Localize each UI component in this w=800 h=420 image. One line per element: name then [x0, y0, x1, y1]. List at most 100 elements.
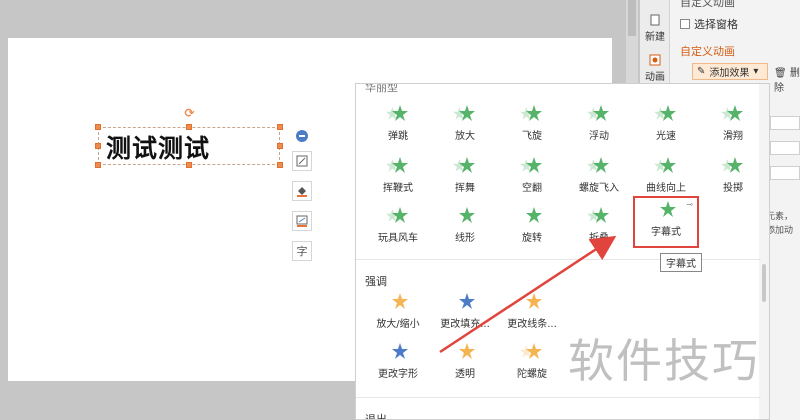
select-pane-icon [680, 19, 690, 29]
effect-option[interactable]: 投掷 [700, 154, 766, 206]
effect-option[interactable]: 挥鞭式 [365, 154, 431, 206]
effect-option[interactable]: 光速 [633, 102, 699, 154]
effect-label: 线形 [455, 233, 475, 244]
pencil-icon: ✎ [697, 66, 706, 77]
line-color-button[interactable] [292, 211, 312, 231]
start-field[interactable] [770, 116, 800, 130]
star-effect-icon [520, 105, 542, 121]
star-effect-icon [587, 207, 609, 223]
resize-handle[interactable] [277, 143, 283, 149]
shape-style-icon [296, 155, 308, 167]
property-field[interactable] [770, 141, 800, 155]
star-effect-icon [386, 105, 408, 121]
effect-option[interactable]: 放大 [432, 102, 498, 154]
effect-label: 放大 [455, 131, 475, 142]
effect-label: 光速 [656, 131, 676, 142]
resize-handle[interactable] [95, 124, 101, 130]
text-box-content[interactable]: 测试测试 [106, 129, 210, 165]
resize-handle[interactable] [186, 124, 192, 130]
star-effect-icon [459, 293, 475, 309]
rotate-handle-icon[interactable]: ⟳ [184, 107, 195, 119]
select-pane-item[interactable]: 选择窗格 [680, 16, 738, 32]
star-effect-icon [520, 157, 542, 173]
star-effect-icon [526, 207, 542, 223]
resize-handle[interactable] [95, 143, 101, 149]
effect-subtitle-selected[interactable]: 字幕式 ⊸ [633, 196, 699, 248]
effect-label: 曲线向上 [646, 183, 686, 194]
add-effect-button[interactable]: ✎ 添加效果 ▾ [692, 63, 768, 80]
dropdown-scroll-thumb[interactable] [762, 264, 766, 302]
effect-option[interactable]: 放大/缩小 [365, 290, 431, 342]
star-effect-icon [386, 207, 408, 223]
fill-bucket-icon [297, 187, 307, 197]
resize-handle[interactable] [277, 162, 283, 168]
scroll-thumb[interactable] [628, 0, 636, 36]
text-box[interactable]: 测试测试 [98, 127, 280, 165]
effect-option[interactable]: 弹跳 [365, 102, 431, 154]
effect-label: 更改线条... [507, 319, 557, 330]
fill-color-button[interactable] [292, 181, 312, 201]
effect-label: 旋转 [522, 233, 542, 244]
star-effect-icon [721, 157, 743, 173]
tab-new-label: 新建 [645, 32, 665, 43]
effect-option[interactable]: 透明 [432, 340, 498, 392]
effect-option[interactable]: 更改字形 [365, 340, 431, 392]
resize-handle[interactable] [186, 162, 192, 168]
category-exit: 退出 [365, 413, 387, 420]
collapse-icon[interactable] [296, 130, 308, 142]
speed-field[interactable] [770, 166, 800, 180]
effect-option[interactable]: 浮动 [566, 102, 632, 154]
effect-label: 更改填充... [440, 319, 490, 330]
pane-hint-line-2: 添加动 [766, 226, 794, 236]
effect-label: 弹跳 [388, 131, 408, 142]
effect-label: 飞旋 [522, 131, 542, 142]
resize-handle[interactable] [95, 162, 101, 168]
pane-top-partial: 自定义动画 [680, 0, 735, 9]
effect-label: 放大/缩小 [376, 319, 420, 330]
watermark: 软件技巧 [568, 334, 760, 388]
effect-option[interactable]: 滑翔 [700, 102, 766, 154]
effect-label: 更改字形 [378, 369, 418, 380]
tab-animation-label: 动画 [645, 72, 665, 83]
dropdown-arrow-icon: ▾ [753, 66, 759, 77]
effect-option[interactable]: 线形 [432, 204, 498, 256]
effect-option[interactable]: 空翻 [499, 154, 565, 206]
effect-label: 挥舞 [455, 183, 475, 194]
category-fancy: 华丽型 [365, 83, 398, 94]
effect-option[interactable]: 螺旋飞入 [566, 154, 632, 206]
star-effect-icon [392, 293, 408, 309]
star-effect-icon [654, 157, 676, 173]
star-effect-icon [453, 157, 475, 173]
star-effect-icon [721, 105, 743, 121]
effect-option[interactable]: 挥舞 [432, 154, 498, 206]
star-effect-icon [654, 105, 676, 121]
star-effect-icon [386, 157, 408, 173]
delete-button[interactable]: 🗑 删除 [774, 64, 800, 94]
effect-option[interactable]: 玩具风车 [365, 204, 431, 256]
effect-option[interactable]: 更改填充... [432, 290, 498, 342]
effect-label: 滑翔 [723, 131, 743, 142]
effect-option[interactable]: 旋转 [499, 204, 565, 256]
trash-icon: 🗑 [774, 68, 787, 79]
effect-option[interactable]: 折叠 [566, 204, 632, 256]
effect-option[interactable]: 陀螺旋 [499, 340, 565, 392]
effect-label: 折叠 [589, 233, 609, 244]
animation-icon [649, 54, 661, 66]
effect-option[interactable]: 更改线条... [499, 290, 565, 342]
select-pane-label: 选择窗格 [694, 18, 738, 31]
pen-icon [296, 215, 308, 227]
star-effect-icon [459, 207, 475, 223]
tab-new[interactable]: 新建 [640, 14, 670, 43]
resize-handle[interactable] [277, 124, 283, 130]
pane-title: 自定义动画 [680, 45, 735, 58]
star-effect-icon [453, 105, 475, 121]
pane-hint-line-1: 元素， [766, 212, 794, 222]
text-style-button[interactable]: 字 [292, 241, 312, 261]
shape-style-button[interactable] [292, 151, 312, 171]
effect-option[interactable]: 飞旋 [499, 102, 565, 154]
star-effect-icon [520, 343, 542, 359]
effect-label: 字幕式 [651, 227, 681, 238]
tab-animation[interactable]: 动画 [640, 54, 670, 83]
effect-label: 螺旋飞入 [579, 183, 619, 194]
effect-label: 投掷 [723, 183, 743, 194]
